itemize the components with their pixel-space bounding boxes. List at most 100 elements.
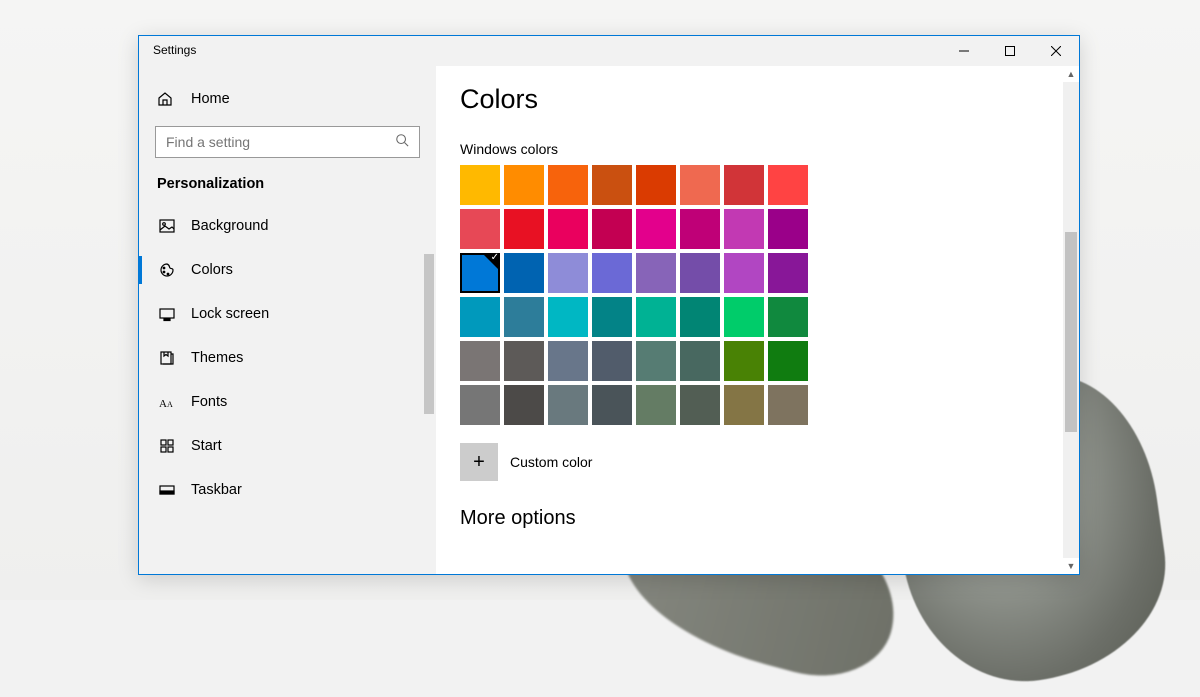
home-label: Home xyxy=(191,91,230,107)
color-swatch[interactable] xyxy=(548,385,588,425)
color-swatch[interactable] xyxy=(460,165,500,205)
sidebar-item-background[interactable]: Background xyxy=(139,204,436,248)
sidebar-item-taskbar[interactable]: Taskbar xyxy=(139,468,436,512)
page-title: Colors xyxy=(460,84,1079,115)
scrollbar-thumb[interactable] xyxy=(424,254,434,414)
color-swatch[interactable] xyxy=(548,341,588,381)
color-swatch[interactable] xyxy=(592,253,632,293)
search-input[interactable] xyxy=(166,134,366,150)
color-swatch[interactable] xyxy=(460,209,500,249)
color-swatch[interactable] xyxy=(768,209,808,249)
sidebar-item-label: Lock screen xyxy=(191,306,269,322)
color-swatch[interactable] xyxy=(724,165,764,205)
close-button[interactable] xyxy=(1033,36,1079,66)
color-swatch[interactable] xyxy=(768,341,808,381)
sidebar-item-themes[interactable]: Themes xyxy=(139,336,436,380)
svg-text:A: A xyxy=(159,398,167,410)
scrollbar-thumb[interactable] xyxy=(1065,232,1077,432)
sidebar-item-start[interactable]: Start xyxy=(139,424,436,468)
svg-text:A: A xyxy=(167,400,173,409)
color-swatch[interactable] xyxy=(504,297,544,337)
color-swatch[interactable] xyxy=(548,297,588,337)
taskbar-icon xyxy=(157,482,177,498)
sidebar-item-label: Taskbar xyxy=(191,482,242,498)
color-swatch[interactable] xyxy=(504,341,544,381)
color-swatch[interactable] xyxy=(504,385,544,425)
sidebar-item-label: Start xyxy=(191,438,222,454)
plus-icon: + xyxy=(473,451,485,474)
color-swatch[interactable] xyxy=(592,341,632,381)
color-swatch[interactable] xyxy=(548,165,588,205)
color-swatch[interactable] xyxy=(680,297,720,337)
minimize-button[interactable] xyxy=(941,36,987,66)
scroll-down-arrow[interactable]: ▼ xyxy=(1063,558,1079,574)
color-swatch[interactable] xyxy=(768,165,808,205)
color-swatch[interactable] xyxy=(460,385,500,425)
color-swatch[interactable] xyxy=(768,297,808,337)
color-swatch[interactable] xyxy=(504,165,544,205)
search-box[interactable] xyxy=(155,126,420,158)
sidebar-scrollbar[interactable] xyxy=(422,254,436,574)
color-swatch[interactable] xyxy=(592,209,632,249)
color-swatch[interactable] xyxy=(724,341,764,381)
color-swatch[interactable] xyxy=(504,253,544,293)
color-swatch[interactable] xyxy=(548,209,588,249)
color-swatch[interactable] xyxy=(724,209,764,249)
color-swatch[interactable]: ✓ xyxy=(460,253,500,293)
sidebar-item-label: Colors xyxy=(191,262,233,278)
color-swatch[interactable] xyxy=(636,209,676,249)
scrollbar-track[interactable] xyxy=(1063,82,1079,558)
palette-icon xyxy=(157,262,177,278)
window-controls xyxy=(941,36,1079,66)
picture-icon xyxy=(157,218,177,234)
scroll-up-arrow[interactable]: ▲ xyxy=(1063,66,1079,82)
content-pane: Colors Windows colors ✓ + Custom color M… xyxy=(436,66,1079,574)
color-swatch[interactable] xyxy=(680,209,720,249)
sidebar-item-colors[interactable]: Colors xyxy=(139,248,436,292)
custom-color-row: + Custom color xyxy=(460,443,1079,481)
color-swatch[interactable] xyxy=(592,165,632,205)
color-swatch[interactable] xyxy=(592,297,632,337)
color-swatch[interactable] xyxy=(504,209,544,249)
color-swatch[interactable] xyxy=(460,341,500,381)
nav-list: Background Colors Lock screen ThemesAAFonts… xyxy=(139,204,436,512)
category-heading: Personalization xyxy=(139,172,436,204)
color-swatch[interactable] xyxy=(636,297,676,337)
color-swatch[interactable] xyxy=(636,385,676,425)
color-swatch[interactable] xyxy=(724,253,764,293)
windows-colors-label: Windows colors xyxy=(460,141,1079,157)
color-swatch[interactable] xyxy=(636,253,676,293)
home-icon xyxy=(157,91,177,107)
window-title: Settings xyxy=(139,36,196,57)
lock-screen-icon xyxy=(157,306,177,322)
color-swatch[interactable] xyxy=(768,253,808,293)
color-swatch[interactable] xyxy=(680,165,720,205)
titlebar[interactable]: Settings xyxy=(139,36,1079,66)
start-icon xyxy=(157,438,177,454)
more-options-heading: More options xyxy=(460,507,1079,530)
color-swatch[interactable] xyxy=(592,385,632,425)
custom-color-button[interactable]: + xyxy=(460,443,498,481)
custom-color-label: Custom color xyxy=(510,454,592,470)
themes-icon xyxy=(157,350,177,366)
color-swatch[interactable] xyxy=(724,297,764,337)
color-swatch[interactable] xyxy=(460,297,500,337)
color-swatch[interactable] xyxy=(680,253,720,293)
content-scrollbar[interactable]: ▲ ▼ xyxy=(1063,66,1079,574)
sidebar: Home Personalization Background Colors Loc… xyxy=(139,66,436,574)
color-swatch[interactable] xyxy=(548,253,588,293)
search-icon xyxy=(395,133,409,152)
color-swatch[interactable] xyxy=(768,385,808,425)
color-swatch-grid: ✓ xyxy=(460,165,1079,425)
color-swatch[interactable] xyxy=(680,341,720,381)
color-swatch[interactable] xyxy=(724,385,764,425)
color-swatch[interactable] xyxy=(636,165,676,205)
checkmark-icon: ✓ xyxy=(491,252,499,263)
color-swatch[interactable] xyxy=(636,341,676,381)
color-swatch[interactable] xyxy=(680,385,720,425)
maximize-button[interactable] xyxy=(987,36,1033,66)
sidebar-item-fonts[interactable]: AAFonts xyxy=(139,380,436,424)
sidebar-item-lock-screen[interactable]: Lock screen xyxy=(139,292,436,336)
home-link[interactable]: Home xyxy=(139,78,436,120)
fonts-icon: AA xyxy=(157,394,177,410)
